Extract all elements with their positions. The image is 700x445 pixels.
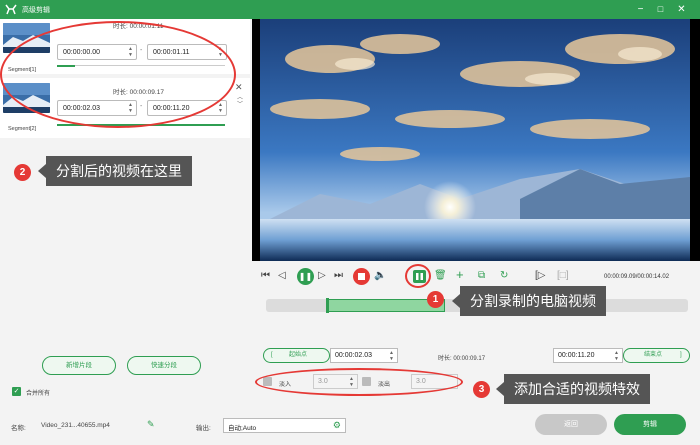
stop-button[interactable]: [353, 268, 370, 285]
reset-icon[interactable]: ↻: [500, 269, 508, 283]
timeline-handle[interactable]: [326, 298, 329, 313]
annotation-badge: 2: [14, 164, 31, 181]
range-duration: 时长: 00:00:09.17: [438, 356, 486, 362]
title-bar: 高级剪辑 − □ ✕: [0, 0, 700, 19]
maximize-button[interactable]: □: [654, 3, 667, 16]
step-forward-icon[interactable]: ▷: [318, 269, 326, 283]
file-name: Video_231...40655.mp4: [41, 422, 110, 429]
mark-in-icon[interactable]: [▷: [535, 269, 545, 283]
stepper-icon[interactable]: ▲ ▼: [218, 102, 223, 114]
video-frame: [260, 19, 690, 261]
merge-all-label: 合并所有: [26, 391, 51, 397]
cut-button[interactable]: 剪辑: [614, 414, 686, 435]
trash-icon[interactable]: 🗑: [434, 269, 447, 283]
merge-all-checkbox[interactable]: ✓: [12, 387, 21, 396]
step-back-icon[interactable]: ◁: [278, 269, 286, 283]
time-counter: 00:00:09.09/00:00:14.02: [604, 274, 670, 280]
app-logo-icon: [5, 4, 17, 15]
set-start-button[interactable]: [ 起始点: [263, 348, 330, 363]
chevron-up-icon[interactable]: ︿: [237, 95, 243, 101]
start-time-field[interactable]: 00:00:02.03 ▲ ▼: [330, 348, 398, 363]
mark-out-icon[interactable]: [□]: [557, 269, 569, 283]
previous-frame-icon[interactable]: ⏮: [261, 269, 270, 283]
gear-icon[interactable]: ⚙: [333, 420, 341, 431]
copy-icon[interactable]: ⧉: [478, 269, 485, 283]
new-segment-button[interactable]: 新增片段: [42, 356, 116, 375]
output-label: 输出:: [196, 425, 211, 432]
quick-split-button[interactable]: 快速分段: [127, 356, 201, 375]
video-preview[interactable]: [252, 19, 700, 261]
volume-icon[interactable]: 🔈: [374, 269, 386, 283]
close-icon[interactable]: ✕: [235, 82, 243, 93]
output-select[interactable]: 自动;Auto ⚙: [223, 418, 346, 433]
set-end-button[interactable]: 结束点 ]: [623, 348, 690, 363]
annotation-ring-effects: [255, 368, 463, 396]
annotation-callout: 添加合适的视频特效: [496, 374, 650, 404]
stepper-icon[interactable]: ▲ ▼: [614, 350, 619, 362]
annotation-badge: 1: [427, 291, 444, 308]
name-label: 名称:: [11, 425, 26, 432]
close-button[interactable]: ✕: [675, 3, 688, 16]
chevron-down-icon[interactable]: ﹀: [237, 102, 243, 108]
next-frame-icon[interactable]: ⏭: [334, 269, 343, 283]
minimize-button[interactable]: −: [634, 3, 647, 16]
annotation-badge: 3: [473, 381, 490, 398]
edit-pencil-icon[interactable]: ✎: [147, 417, 155, 431]
back-button[interactable]: 返回: [535, 414, 607, 435]
window-title: 高级剪辑: [22, 7, 50, 14]
segment-label: Segment[2]: [8, 126, 37, 132]
add-icon[interactable]: +: [456, 268, 464, 282]
annotation-ring-segments: [0, 21, 236, 128]
stepper-icon[interactable]: ▲ ▼: [389, 350, 394, 362]
pause-button[interactable]: ❚❚: [297, 268, 314, 285]
end-time-field[interactable]: 00:00:11.20 ▲ ▼: [553, 348, 623, 363]
annotation-callout: 分割录制的电脑视频: [452, 286, 606, 316]
annotation-ring-split: [405, 264, 431, 288]
annotation-callout: 分割后的视频在这里: [38, 156, 192, 186]
